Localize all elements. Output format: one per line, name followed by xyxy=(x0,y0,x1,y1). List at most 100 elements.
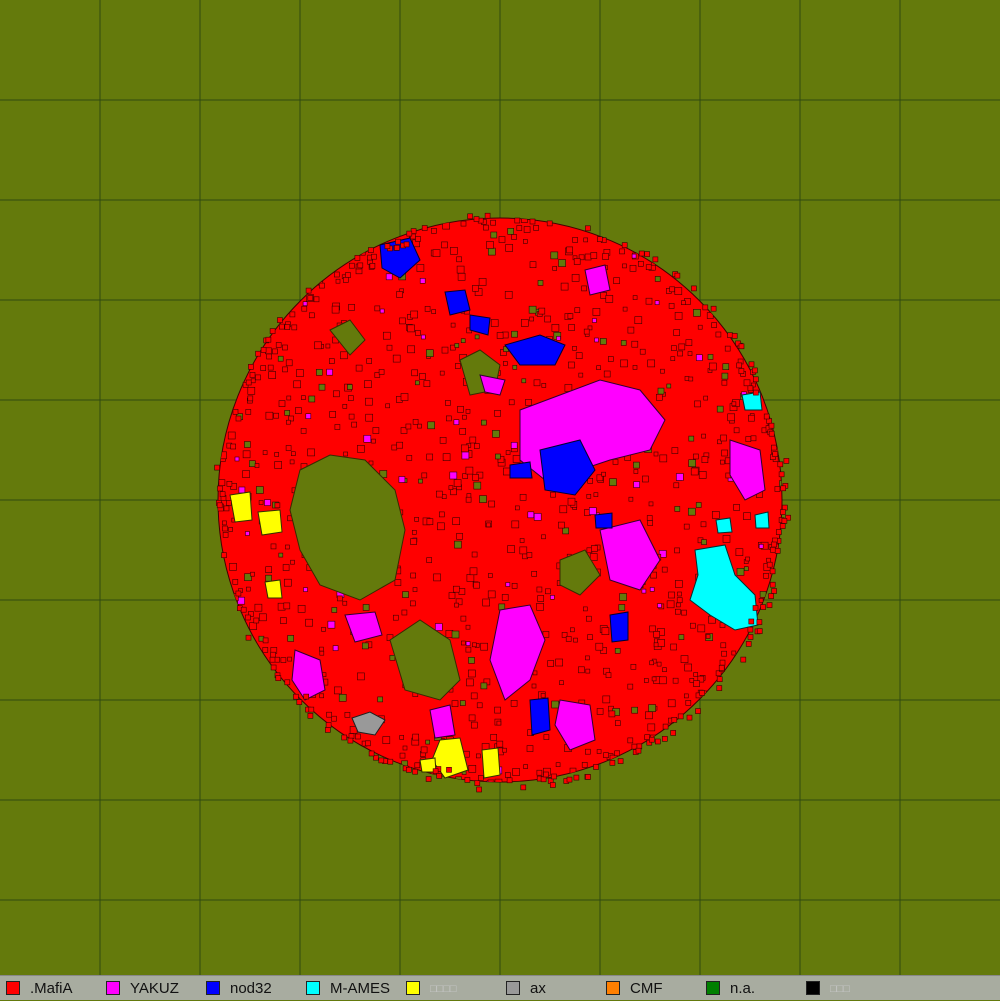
village-square xyxy=(244,441,251,448)
edge-village-square xyxy=(432,768,439,775)
village-square xyxy=(250,571,255,577)
village-square xyxy=(245,531,250,536)
village-square xyxy=(285,445,292,451)
edge-village-square xyxy=(533,225,539,231)
village-square xyxy=(722,535,731,543)
edge-village-square xyxy=(752,376,759,383)
edge-village-square xyxy=(221,552,227,559)
village-square xyxy=(342,600,348,606)
village-square xyxy=(602,695,611,704)
village-square xyxy=(468,656,475,664)
village-square xyxy=(265,574,272,582)
village-square xyxy=(450,322,456,328)
village-square xyxy=(693,680,700,688)
village-square xyxy=(693,308,701,317)
village-square xyxy=(519,546,528,555)
village-square xyxy=(670,643,677,651)
edge-village-square xyxy=(716,685,723,691)
village-square xyxy=(445,400,451,406)
village-square xyxy=(486,522,491,528)
village-square xyxy=(587,477,594,484)
village-square xyxy=(496,740,504,748)
edge-village-square xyxy=(774,486,781,492)
village-square xyxy=(280,657,287,663)
village-square xyxy=(338,693,347,702)
village-square xyxy=(670,356,676,362)
village-square xyxy=(460,640,466,646)
village-square xyxy=(677,350,683,357)
village-square xyxy=(528,305,537,314)
edge-village-square xyxy=(771,541,777,548)
edge-village-square xyxy=(421,225,428,231)
village-square xyxy=(736,567,745,576)
village-square xyxy=(472,474,479,481)
village-square xyxy=(450,247,458,255)
village-square xyxy=(628,496,634,502)
edge-village-square xyxy=(232,408,239,415)
edge-village-square xyxy=(415,236,421,242)
village-square xyxy=(596,749,602,754)
village-square xyxy=(453,479,462,487)
village-square xyxy=(382,331,391,340)
village-square xyxy=(331,305,340,314)
legend-label: nod32 xyxy=(230,980,272,997)
village-square xyxy=(596,708,604,715)
legend-label: CMF xyxy=(630,980,663,997)
village-square xyxy=(550,594,555,600)
edge-village-square xyxy=(333,271,340,278)
village-square xyxy=(551,324,560,332)
village-square xyxy=(567,497,576,506)
village-square xyxy=(592,318,597,323)
village-square xyxy=(398,476,406,483)
village-square xyxy=(584,748,591,755)
village-square xyxy=(385,273,393,281)
village-square xyxy=(308,312,315,319)
edge-village-square xyxy=(262,647,269,653)
village-square xyxy=(653,451,659,457)
edge-village-square xyxy=(763,572,769,579)
edge-village-square xyxy=(652,256,659,263)
village-square xyxy=(336,595,343,602)
village-square xyxy=(648,501,654,507)
edge-village-square xyxy=(766,561,773,568)
village-square xyxy=(372,427,380,434)
village-square xyxy=(246,586,251,592)
village-square xyxy=(396,441,404,449)
village-square xyxy=(743,379,751,387)
legend-item: .MafiA xyxy=(0,976,100,1001)
village-square xyxy=(247,386,256,395)
village-square xyxy=(573,637,578,643)
village-square xyxy=(522,239,528,244)
village-square xyxy=(583,328,590,335)
edge-village-square xyxy=(573,774,580,781)
edge-village-square xyxy=(609,759,616,766)
village-square xyxy=(721,379,728,386)
village-square xyxy=(703,395,709,401)
legend-item: □□□□ xyxy=(400,976,500,1001)
edge-village-square xyxy=(291,324,298,331)
village-square xyxy=(290,451,296,457)
village-square xyxy=(285,359,293,367)
village-square xyxy=(502,747,507,753)
village-square xyxy=(596,365,601,371)
village-square xyxy=(721,372,729,380)
village-square xyxy=(437,522,445,531)
edge-village-square xyxy=(727,332,733,339)
edge-village-square xyxy=(585,774,591,780)
village-square xyxy=(351,421,358,428)
village-square xyxy=(496,332,504,339)
village-square xyxy=(627,737,634,744)
village-square xyxy=(454,540,462,549)
village-square xyxy=(449,471,458,480)
edge-village-square xyxy=(768,593,774,599)
village-square xyxy=(284,410,291,416)
village-square xyxy=(392,614,399,621)
edge-village-square xyxy=(772,451,779,458)
edge-village-square xyxy=(740,656,747,663)
village-square xyxy=(511,582,518,589)
village-square xyxy=(558,259,566,267)
village-square xyxy=(631,706,639,714)
village-square xyxy=(649,660,655,666)
village-square xyxy=(668,591,675,599)
village-square xyxy=(327,620,336,629)
